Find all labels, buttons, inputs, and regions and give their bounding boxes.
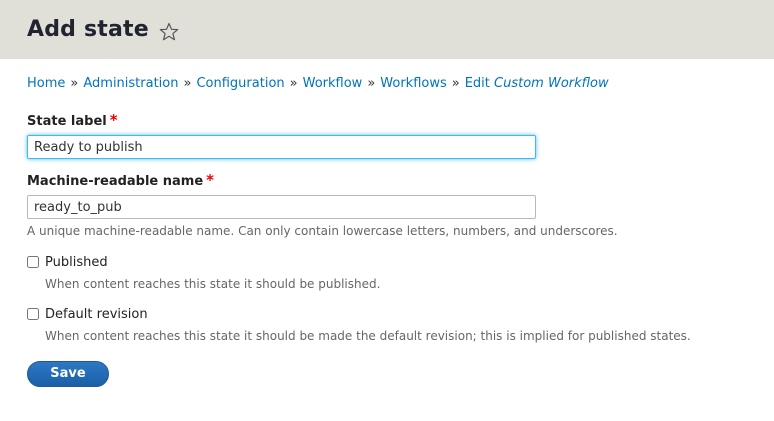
default-revision-item: Default revision When content reaches th… [27, 306, 754, 344]
published-label[interactable]: Published [45, 255, 108, 270]
default-revision-checkbox[interactable] [27, 308, 39, 320]
required-marker: * [109, 111, 118, 129]
breadcrumb-home[interactable]: Home [27, 76, 65, 91]
breadcrumb-separator: » [70, 76, 79, 91]
breadcrumb-administration[interactable]: Administration [83, 76, 178, 91]
machine-name-input[interactable] [27, 195, 536, 219]
breadcrumb-separator: » [367, 76, 376, 91]
breadcrumb-separator: » [451, 76, 460, 91]
page-header: Add state [0, 0, 774, 59]
main-content: Home » Administration » Configuration » Workfl… [0, 76, 774, 387]
state-label-label: State label * [27, 112, 754, 130]
breadcrumb-separator: » [289, 76, 298, 91]
breadcrumb: Home » Administration » Configuration » Workfl… [27, 76, 754, 92]
machine-name-text: Machine-readable name [27, 174, 204, 189]
breadcrumb-workflows[interactable]: Workflows [380, 76, 446, 91]
breadcrumb-workflow[interactable]: Workflow [303, 76, 363, 91]
breadcrumb-configuration[interactable]: Configuration [196, 76, 284, 91]
page-title: Add state [27, 17, 149, 42]
required-marker: * [206, 171, 215, 189]
machine-name-label: Machine-readable name * [27, 172, 754, 190]
state-label-input[interactable] [27, 135, 536, 159]
breadcrumb-separator: » [183, 76, 192, 91]
machine-name-item: Machine-readable name* A unique machine-… [27, 172, 754, 239]
machine-name-description: A unique machine-readable name. Can only… [27, 224, 618, 238]
breadcrumb-workflow-name: Custom Workflow [494, 76, 609, 91]
star-icon[interactable] [159, 22, 179, 42]
form-actions: Save [27, 361, 754, 387]
default-revision-label[interactable]: Default revision [45, 307, 148, 322]
breadcrumb-edit-prefix: Edit [464, 76, 490, 91]
published-description: When content reaches this state it shoul… [45, 277, 381, 291]
state-label-text: State label [27, 114, 107, 129]
published-item: Published When content reaches this stat… [27, 254, 754, 292]
star-icon-graphic [159, 22, 179, 40]
default-revision-row: Default revision [27, 306, 754, 322]
default-revision-description: When content reaches this state it shoul… [45, 329, 691, 343]
published-checkbox[interactable] [27, 256, 39, 268]
save-button[interactable]: Save [27, 361, 109, 387]
published-row: Published [27, 254, 754, 270]
state-label-item: State label * [27, 112, 754, 159]
breadcrumb-edit-workflow[interactable]: Edit Custom Workflow [465, 76, 609, 91]
